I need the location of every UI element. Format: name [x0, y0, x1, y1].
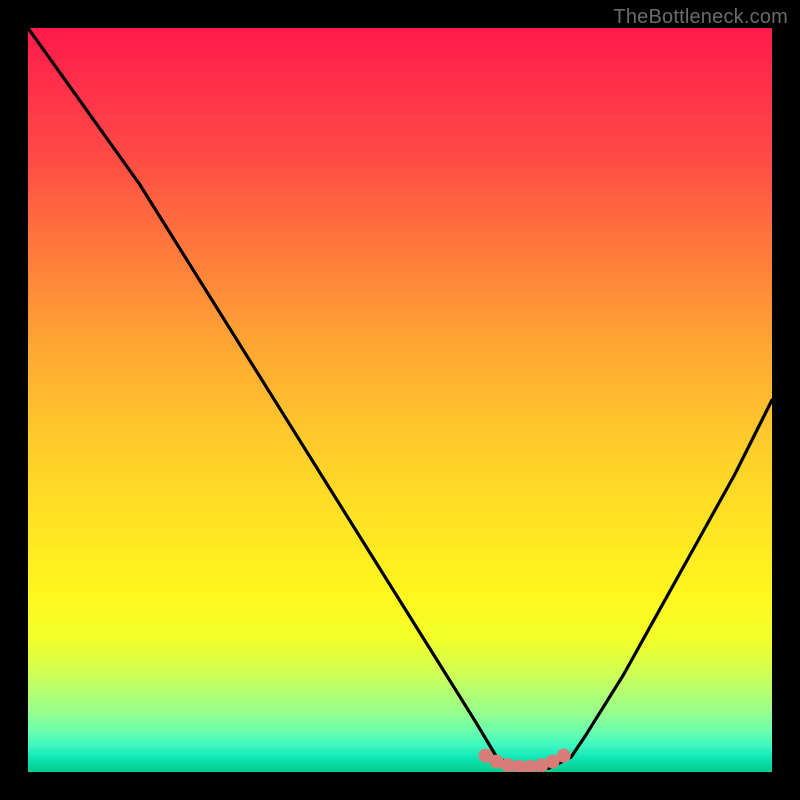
watermark-text: TheBottleneck.com [613, 6, 788, 29]
minimum-marker [557, 749, 571, 763]
curve-path [28, 28, 772, 768]
plot-area [28, 28, 772, 772]
chart-frame: TheBottleneck.com [0, 0, 800, 800]
bottleneck-curve [28, 28, 772, 768]
chart-svg [28, 28, 772, 772]
